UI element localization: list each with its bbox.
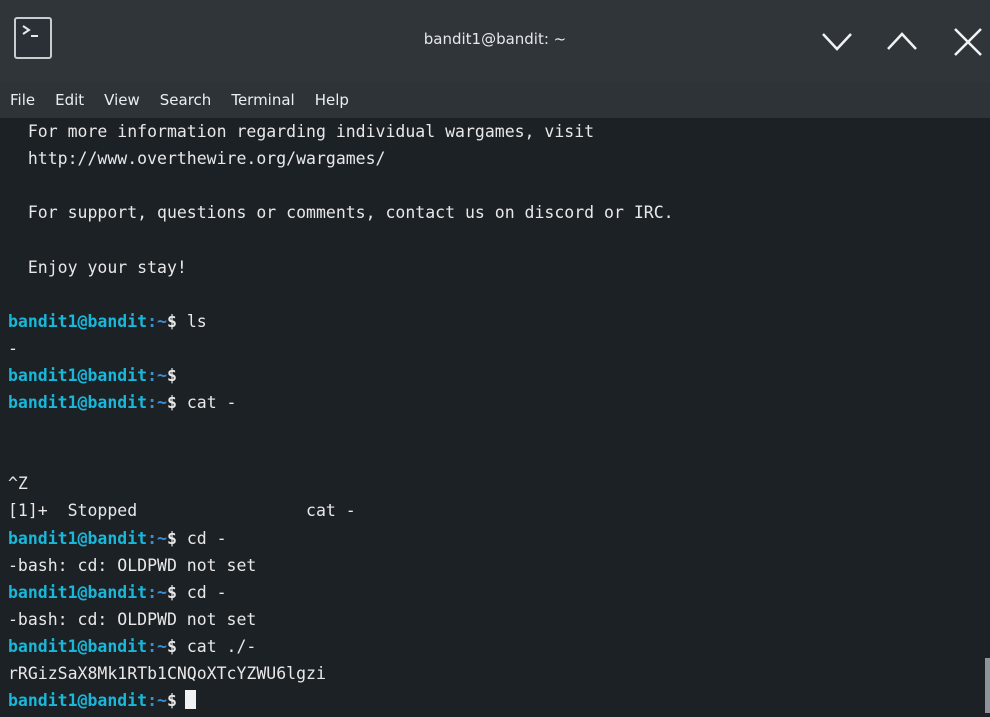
prompt-path: :~ [147,691,167,711]
prompt-user: bandit1@bandit [8,393,148,412]
prompt-symbol: $ [166,691,177,711]
command-text: ls [176,311,207,331]
title-bar[interactable]: bandit1@bandit: ~ [0,0,990,82]
command-line: bandit1@bandit:~$ cd - [8,525,227,552]
command-text: cat ./- [176,636,257,656]
text-cursor [184,690,196,710]
prompt-symbol: $ [166,528,177,548]
output-line: -bash: cd: OLDPWD not set [8,609,257,629]
command-text: cat - [176,393,237,412]
menu-view[interactable]: View [104,91,140,109]
prompt-path: :~ [147,582,167,602]
terminal-output[interactable]: For more information regarding individua… [0,118,990,717]
prompt-symbol: $ [166,636,177,656]
prompt-symbol: $ [166,365,177,385]
menu-bar: File Edit View Search Terminal Help [0,82,990,118]
prompt-symbol: $ [166,393,177,412]
output-line: -bash: cd: OLDPWD not set [8,555,257,575]
menu-file[interactable]: File [10,91,35,109]
command-text: cd - [176,582,227,602]
prompt-path: :~ [147,393,167,412]
command-line: bandit1@bandit:~$ [8,687,196,714]
prompt-path: :~ [147,636,167,656]
output-line: [1]+ Stopped cat - [8,501,356,521]
menu-search[interactable]: Search [160,91,212,109]
command-line: bandit1@bandit:~$ cat ./- [8,633,256,660]
prompt-user: bandit1@bandit [8,365,148,385]
command-line: bandit1@bandit:~$ [8,362,177,389]
output-line: - [8,338,18,358]
output-line: ^Z [8,474,28,494]
close-icon[interactable] [948,22,988,62]
output-line: http://www.overthewire.org/wargames/ [8,149,386,169]
prompt-user: bandit1@bandit [8,691,148,711]
prompt-path: :~ [147,365,167,385]
prompt-path: :~ [147,528,167,548]
prompt-user: bandit1@bandit [8,582,148,602]
prompt-symbol: $ [166,582,177,602]
menu-edit[interactable]: Edit [55,91,84,109]
prompt-symbol: $ [166,311,177,331]
output-line: For more information regarding individua… [8,122,595,141]
menu-terminal[interactable]: Terminal [231,91,294,109]
prompt-path: :~ [147,311,167,331]
prompt-user: bandit1@bandit [8,636,148,656]
menu-help[interactable]: Help [315,91,349,109]
command-line: bandit1@bandit:~$ cat - [8,389,237,416]
prompt-user: bandit1@bandit [8,528,148,548]
command-text: cd - [176,528,227,548]
prompt-user: bandit1@bandit [8,311,148,331]
output-line: For support, questions or comments, cont… [8,203,674,223]
command-line: bandit1@bandit:~$ ls [8,308,207,335]
terminal-window: bandit1@bandit: ~ File Edit View Search … [0,0,990,717]
scrollbar[interactable] [985,658,990,713]
output-line: Enjoy your stay! [8,257,187,277]
minimize-icon[interactable] [817,22,857,62]
maximize-icon[interactable] [882,22,922,62]
output-line: rRGizSaX8Mk1RTb1CNQoXTcYZWU6lgzi [8,664,326,683]
command-line: bandit1@bandit:~$ cd - [8,579,227,606]
